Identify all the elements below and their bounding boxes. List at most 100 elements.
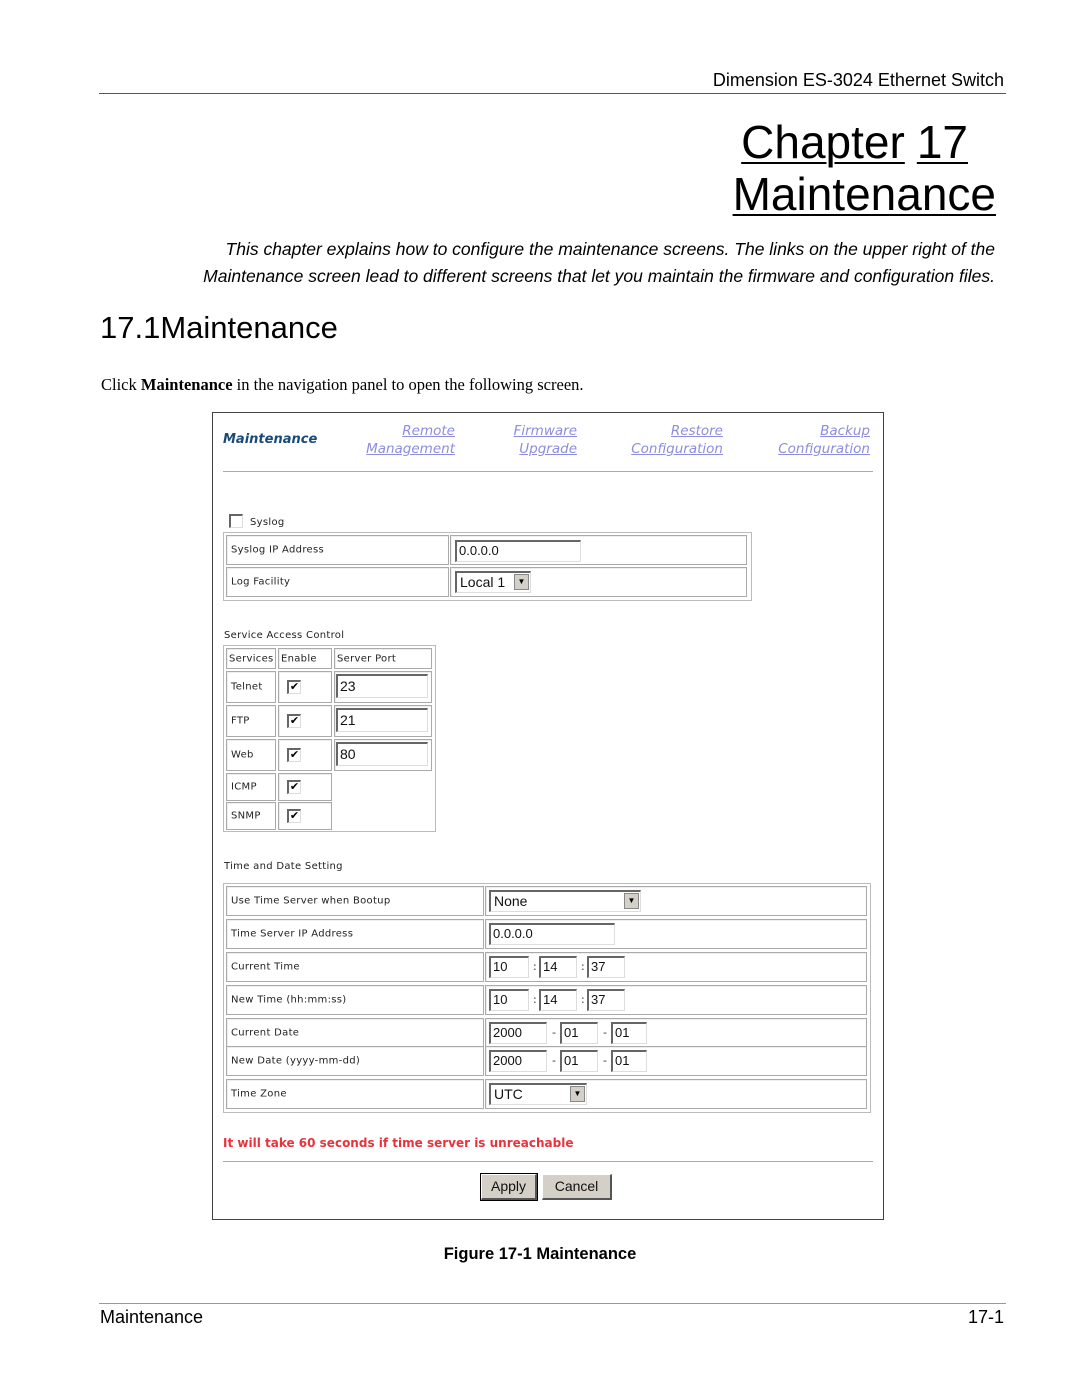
time-server-label: Use Time Server when Bootup	[231, 895, 391, 907]
syslog-table: Syslog IP Address 0.0.0.0 Log Facility L…	[223, 532, 752, 601]
new-date-label-cell: New Date (yyyy-mm-dd)	[226, 1046, 484, 1076]
new-second-input[interactable]: 37	[587, 989, 625, 1011]
new-minute-input[interactable]: 14	[539, 989, 577, 1011]
time-zone-label: Time Zone	[231, 1088, 287, 1100]
new-month-input[interactable]: 01	[560, 1050, 598, 1072]
page-number: 17-1	[967, 1307, 1004, 1327]
dropdown-arrow-icon[interactable]: ▼	[624, 893, 639, 909]
dropdown-arrow-icon[interactable]: ▼	[570, 1086, 585, 1102]
syslog-label: Syslog	[250, 517, 285, 528]
service-port-cell: 23	[334, 671, 432, 703]
header-divider	[99, 93, 1006, 94]
new-hour-input[interactable]: 10	[489, 989, 529, 1011]
log-facility-select[interactable]: Local 1 ▼	[455, 571, 531, 593]
bottom-divider	[223, 1161, 873, 1162]
link-line: Backup	[820, 423, 870, 439]
section-heading: 17.1Maintenance	[100, 310, 338, 345]
service-name: FTP	[231, 715, 250, 727]
time-server-value: None	[494, 893, 528, 909]
service-access-heading: Service Access Control	[224, 630, 345, 641]
syslog-ip-input[interactable]: 0.0.0.0	[455, 540, 581, 562]
link-firmware-upgrade[interactable]: Firmware Upgrade	[514, 422, 577, 458]
intro-line-1: This chapter explains how to configure t…	[225, 239, 995, 259]
footer-divider	[99, 1303, 1006, 1304]
body-prefix: Click	[101, 375, 141, 394]
link-backup-configuration[interactable]: Backup Configuration	[778, 422, 870, 458]
new-year-input[interactable]: 2000	[489, 1050, 547, 1072]
time-zone-select[interactable]: UTC ▼	[489, 1083, 587, 1105]
log-facility-label: Log Facility	[231, 576, 291, 588]
link-line: Configuration	[778, 441, 870, 457]
service-name-cell: FTP	[226, 705, 276, 737]
current-minute-field[interactable]: 14	[539, 956, 577, 978]
service-name-cell: Web	[226, 739, 276, 771]
current-day-field[interactable]: 01	[611, 1022, 647, 1044]
time-server-ip-input[interactable]: 0.0.0.0	[489, 923, 615, 945]
icmp-enable-checkbox[interactable]: ✔	[287, 780, 301, 794]
current-date-value-cell: 2000 - 01 - 01	[485, 1018, 867, 1048]
service-enable-cell: ✔	[278, 802, 332, 830]
time-server-select[interactable]: None ▼	[489, 890, 641, 912]
footer-section: Maintenance	[100, 1307, 204, 1327]
ftp-port-input[interactable]: 21	[336, 708, 428, 732]
link-line: Restore	[670, 423, 723, 439]
new-time-label-cell: New Time (hh:mm:ss)	[226, 985, 484, 1015]
web-enable-checkbox[interactable]: ✔	[287, 748, 301, 762]
service-port-cell: 80	[334, 739, 432, 771]
link-line: Management	[366, 441, 455, 457]
chapter-intro: This chapter explains how to configure t…	[100, 236, 995, 290]
column-header-server-port: Server Port	[334, 648, 432, 669]
service-name-cell: ICMP	[226, 773, 276, 801]
link-line: Upgrade	[519, 441, 577, 457]
current-time-label: Current Time	[231, 961, 300, 973]
new-time-value-cell: 10 : 14 : 37	[485, 985, 867, 1015]
current-month-field[interactable]: 01	[560, 1022, 598, 1044]
body-suffix: in the navigation panel to open the foll…	[232, 375, 584, 394]
dropdown-arrow-icon[interactable]: ▼	[514, 574, 529, 590]
time-server-warning: It will take 60 seconds if time server i…	[223, 1136, 574, 1150]
cancel-button[interactable]: Cancel	[542, 1174, 612, 1200]
time-separator: :	[581, 960, 585, 973]
column-header-enable: Enable	[278, 648, 332, 669]
service-name: Web	[231, 749, 254, 761]
service-enable-cell: ✔	[278, 671, 332, 703]
current-date-label-cell: Current Date	[226, 1018, 484, 1048]
syslog-ip-label-cell: Syslog IP Address	[226, 535, 449, 565]
snmp-enable-checkbox[interactable]: ✔	[287, 809, 301, 823]
link-restore-configuration[interactable]: Restore Configuration	[631, 422, 723, 458]
link-line: Firmware	[513, 423, 577, 439]
maintenance-screenshot: Maintenance Remote Management Firmware U…	[212, 412, 884, 1220]
server-ip-label: Time Server IP Address	[231, 928, 354, 940]
log-facility-value-cell: Local 1 ▼	[450, 567, 747, 597]
intro-line-2: Maintenance screen lead to different scr…	[203, 266, 995, 286]
chapter-number: 17	[916, 116, 968, 168]
web-port-input[interactable]: 80	[336, 742, 428, 766]
syslog-ip-label: Syslog IP Address	[231, 544, 324, 556]
top-divider	[223, 471, 873, 472]
telnet-enable-checkbox[interactable]: ✔	[287, 680, 301, 694]
ftp-enable-checkbox[interactable]: ✔	[287, 714, 301, 728]
link-remote-management[interactable]: Remote Management	[366, 422, 455, 458]
new-day-input[interactable]: 01	[611, 1050, 647, 1072]
link-line: Remote	[402, 423, 455, 439]
current-date-label: Current Date	[231, 1027, 300, 1039]
telnet-port-input[interactable]: 23	[336, 674, 428, 698]
time-zone-value: UTC	[494, 1086, 523, 1102]
body-paragraph: Click Maintenance in the navigation pane…	[101, 375, 584, 395]
current-year-field[interactable]: 2000	[489, 1022, 547, 1044]
column-header-label: Enable	[281, 653, 317, 664]
time-date-heading: Time and Date Setting	[224, 861, 343, 872]
time-server-label-cell: Use Time Server when Bootup	[226, 886, 484, 916]
current-time-value-cell: 10 : 14 : 37	[485, 952, 867, 982]
service-access-table: Services Enable Server Port Telnet ✔ 23 …	[223, 645, 436, 832]
syslog-ip-value-cell: 0.0.0.0	[450, 535, 747, 565]
date-separator: -	[603, 1054, 607, 1067]
syslog-checkbox[interactable]	[229, 514, 243, 528]
apply-button[interactable]: Apply	[480, 1173, 538, 1201]
service-port-cell: 21	[334, 705, 432, 737]
current-second-field[interactable]: 37	[587, 956, 625, 978]
log-facility-value: Local 1	[460, 574, 506, 590]
chapter-title: Maintenance	[732, 168, 996, 220]
current-hour-field[interactable]: 10	[489, 956, 529, 978]
chapter-word: Chapter	[741, 116, 905, 168]
